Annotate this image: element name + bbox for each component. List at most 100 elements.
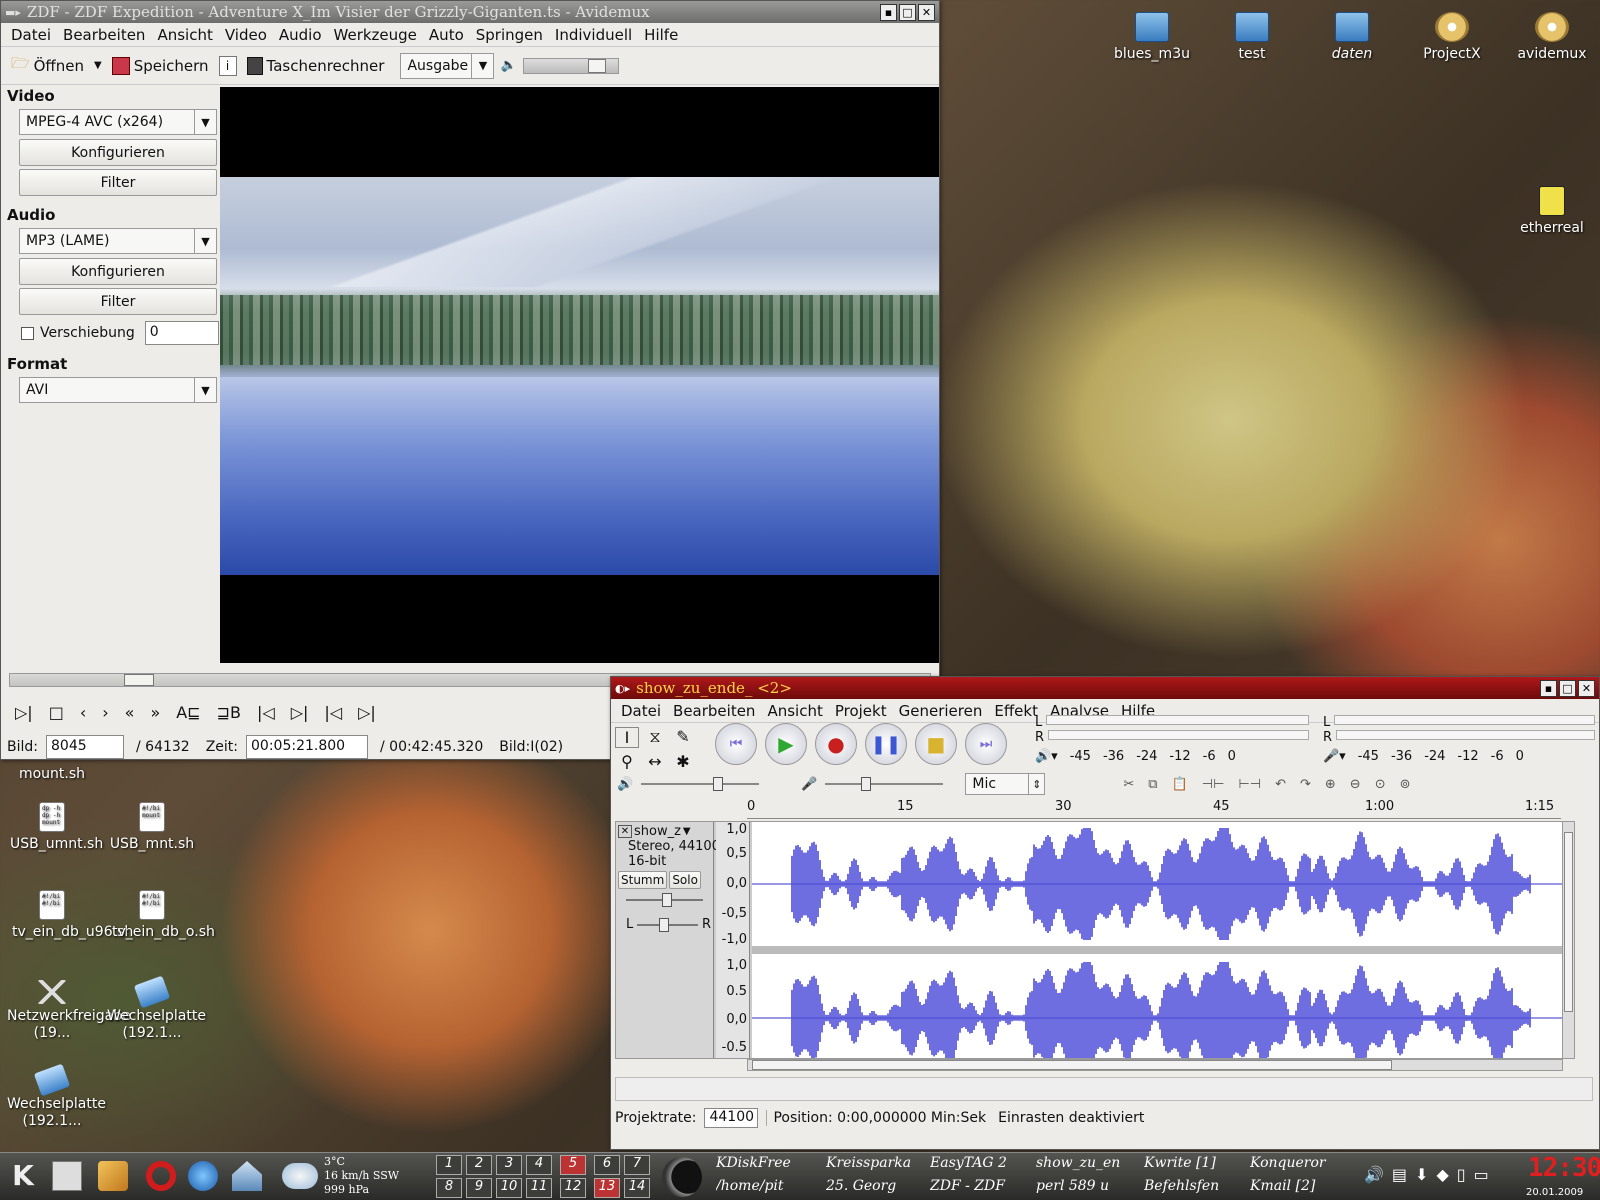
goto-end-icon[interactable]: ▷| xyxy=(291,703,309,722)
menu-bearbeiten[interactable]: Bearbeiten xyxy=(667,702,761,720)
prev-frame-icon[interactable]: ‹ xyxy=(80,703,86,722)
kde-menu-icon[interactable]: K xyxy=(6,1159,40,1193)
time-input[interactable]: 00:05:21.800 xyxy=(246,735,369,759)
close-button[interactable]: ✕ xyxy=(918,3,935,21)
task-perl[interactable]: perl 589 u xyxy=(1036,1178,1140,1194)
desktop-icon-blues-m3u[interactable]: blues_m3u xyxy=(1104,12,1200,63)
fit-selection-icon[interactable]: ⊙ xyxy=(1375,777,1386,792)
task-terminal[interactable]: Befehlsfen xyxy=(1144,1178,1248,1194)
show-desktop-icon[interactable] xyxy=(52,1161,82,1191)
record-icon[interactable]: ● xyxy=(815,723,857,765)
audio-configure-button[interactable]: Konfigurieren xyxy=(19,258,217,285)
menu-hilfe[interactable]: Hilfe xyxy=(638,26,684,44)
rewind-icon[interactable]: « xyxy=(125,703,135,722)
pager-desktop[interactable]: 2 xyxy=(466,1155,492,1175)
desktop-icon-avidemux[interactable]: avidemux xyxy=(1504,12,1600,63)
menu-springen[interactable]: Springen xyxy=(470,26,549,44)
menu-bearbeiten[interactable]: Bearbeiten xyxy=(57,26,151,44)
envelope-tool-icon[interactable]: ⧖ xyxy=(643,727,667,748)
shift-checkbox[interactable] xyxy=(21,326,34,340)
zoom-tool-icon[interactable]: ⚲ xyxy=(615,752,639,771)
shift-input[interactable]: 0 xyxy=(144,321,219,345)
network-icon[interactable]: ◆ xyxy=(1436,1165,1448,1184)
desktop-icon-usb-umnt[interactable]: dp -h dp -h mount USB_umnt.sh xyxy=(4,802,103,853)
pager-desktop[interactable]: 9 xyxy=(466,1178,492,1198)
multi-tool-icon[interactable]: ✱ xyxy=(671,752,695,771)
pager-desktop[interactable]: 5 xyxy=(560,1155,586,1175)
goto-start-icon[interactable]: |◁ xyxy=(257,703,275,722)
task-kdiskfree[interactable]: KDiskFree xyxy=(716,1155,822,1171)
volume-icon[interactable]: 🔊 xyxy=(1364,1165,1384,1184)
slider-thumb[interactable] xyxy=(659,917,670,932)
fast-forward-icon[interactable]: » xyxy=(150,703,160,722)
audacity-app-icon[interactable]: ◐▸ xyxy=(615,682,630,695)
task-easytag[interactable]: EasyTAG 2 xyxy=(930,1155,1030,1171)
skip-start-icon[interactable]: ⏮ xyxy=(715,723,757,765)
timeline-slider-thumb[interactable] xyxy=(124,674,155,686)
task-kreissparkasse[interactable]: Kreissparka xyxy=(826,1155,926,1171)
update-icon[interactable]: ⬇ xyxy=(1415,1165,1428,1184)
maximize-button[interactable]: □ xyxy=(899,3,916,21)
video-codec-select[interactable]: MPEG-4 AVC (x264) ▼ xyxy=(19,109,217,135)
desktop-icon-test[interactable]: test xyxy=(1204,12,1300,63)
chevron-down-icon[interactable]: ▼ xyxy=(683,826,691,837)
desktop-icon-netzwerkfreigabe[interactable]: Netzwerkfreigabe (19... xyxy=(4,980,131,1042)
scrollbar-thumb[interactable] xyxy=(1564,832,1573,1012)
menu-projekt[interactable]: Projekt xyxy=(829,702,893,720)
video-filter-button[interactable]: Filter xyxy=(19,169,217,196)
undo-icon[interactable]: ↶ xyxy=(1275,777,1286,792)
fit-project-icon[interactable]: ⊚ xyxy=(1400,777,1411,792)
skip-end-icon[interactable]: ⏭ xyxy=(965,723,1007,765)
battery-icon[interactable]: ▭ xyxy=(1474,1165,1489,1184)
clipboard-icon[interactable]: ▤ xyxy=(1392,1165,1407,1184)
desktop-icon-wechselplatte-1[interactable]: Wechselplatte (192.1... xyxy=(104,975,206,1042)
track-name-menu[interactable]: show_z xyxy=(634,824,681,839)
desktop-icon-daten[interactable]: daten xyxy=(1304,12,1400,63)
minimize-button[interactable]: ▪ xyxy=(880,3,897,21)
solo-button[interactable]: Solo xyxy=(669,871,701,889)
timeshift-tool-icon[interactable]: ↔ xyxy=(643,752,667,771)
pager-desktop[interactable]: 3 xyxy=(496,1155,522,1175)
redo-icon[interactable]: ↷ xyxy=(1300,777,1311,792)
menu-datei[interactable]: Datei xyxy=(5,26,57,44)
pager-desktop[interactable]: 13 xyxy=(594,1178,620,1198)
task-audacity[interactable]: show_zu_en xyxy=(1036,1155,1140,1171)
input-volume-slider[interactable] xyxy=(825,777,944,791)
menu-auto[interactable]: Auto xyxy=(423,26,470,44)
pager-desktop[interactable]: 7 xyxy=(624,1155,650,1175)
set-marker-a-icon[interactable]: A⊑ xyxy=(176,703,200,722)
mute-button[interactable]: Stumm xyxy=(618,871,668,889)
set-marker-b-icon[interactable]: ⊒B xyxy=(217,703,241,722)
format-select[interactable]: AVI ▼ xyxy=(19,377,217,403)
copy-icon[interactable]: ⧉ xyxy=(1148,777,1157,792)
pager-desktop[interactable]: 11 xyxy=(526,1178,552,1198)
globe-icon[interactable] xyxy=(188,1161,218,1191)
slider-thumb[interactable] xyxy=(861,777,872,791)
audacity-titlebar[interactable]: ◐▸ show_zu_ende_ <2> ▪ □ ✕ xyxy=(611,677,1599,699)
pager-desktop[interactable]: 1 xyxy=(436,1155,462,1175)
calculator-button[interactable]: Taschenrechner xyxy=(243,55,389,77)
task-kwrite[interactable]: Kwrite [1] xyxy=(1144,1155,1248,1171)
trim-icon[interactable]: ⊣⊢ xyxy=(1202,777,1225,792)
menu-ansicht[interactable]: Ansicht xyxy=(761,702,828,720)
output-volume-slider[interactable] xyxy=(641,777,760,791)
window-menu-icon[interactable]: ▬▸ xyxy=(5,6,21,19)
pan-slider[interactable] xyxy=(637,917,698,932)
file-manager-icon[interactable] xyxy=(98,1161,128,1191)
play-icon[interactable]: ▷| xyxy=(15,703,33,722)
pager-desktop[interactable]: 12 xyxy=(560,1178,586,1198)
desktop-icon-wechselplatte-2[interactable]: Wechselplatte (192.1... xyxy=(4,1063,106,1130)
video-configure-button[interactable]: Konfigurieren xyxy=(19,139,217,166)
menu-werkzeuge[interactable]: Werkzeuge xyxy=(328,26,423,44)
pager-desktop[interactable]: 4 xyxy=(526,1155,552,1175)
menu-generieren[interactable]: Generieren xyxy=(893,702,989,720)
waveform[interactable] xyxy=(752,822,1562,1058)
task-avidemux[interactable]: ZDF - ZDF xyxy=(930,1178,1030,1194)
frame-input[interactable]: 8045 xyxy=(46,735,124,759)
microphone-icon[interactable]: 🎤▾ xyxy=(1323,749,1346,764)
scrollbar-thumb[interactable] xyxy=(752,1060,1392,1070)
stop-icon[interactable]: ■ xyxy=(915,723,957,765)
open-button[interactable]: 🗁 Öffnen xyxy=(7,51,88,80)
opera-icon[interactable] xyxy=(146,1161,176,1191)
slider-thumb[interactable] xyxy=(713,777,724,791)
